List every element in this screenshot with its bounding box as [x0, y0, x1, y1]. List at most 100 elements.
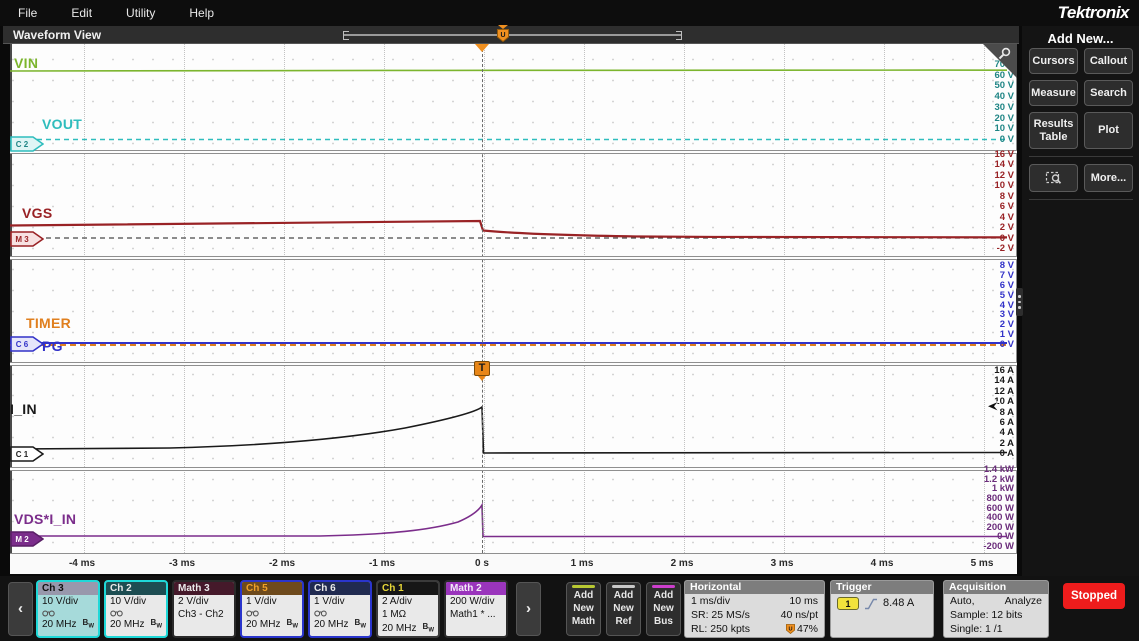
- svg-text:C 2: C 2: [16, 140, 29, 149]
- channel-title: Ch 1: [378, 582, 438, 595]
- power-channel-badge[interactable]: M 2: [10, 531, 44, 547]
- trigger-position-arrow[interactable]: [475, 44, 489, 52]
- tab-waveform-view[interactable]: Waveform View: [13, 28, 101, 42]
- vout-channel-badge[interactable]: C 2: [10, 136, 44, 152]
- power-watts-tick: -200 W: [954, 541, 1014, 552]
- add-new-math-button[interactable]: Add New Math: [566, 582, 601, 636]
- vgs-channel-badge[interactable]: M 3: [10, 231, 44, 247]
- waveform-traces: [10, 44, 1017, 553]
- vgs-volts-tick: 14 V: [954, 159, 1014, 170]
- probe-icon: [242, 608, 302, 617]
- measure-button[interactable]: Measure: [1029, 80, 1078, 106]
- trigger-title: Trigger: [831, 581, 933, 594]
- scale-per-div: 1 V/div: [242, 595, 302, 608]
- scale-per-div: 10 V/div: [38, 595, 98, 608]
- expansion-percent: 47%: [797, 623, 818, 636]
- bandwidth-value: 20 MHz: [246, 619, 280, 631]
- slice-divider: [10, 256, 1017, 260]
- rising-edge-icon: [864, 598, 878, 610]
- svg-text:M 3: M 3: [15, 235, 29, 244]
- channel-badge-ch-3[interactable]: Ch 310 V/div20 MHzBW: [36, 580, 100, 638]
- channel-badge-ch-1[interactable]: Ch 12 A/div1 MΩ20 MHzBW: [376, 580, 440, 638]
- channel-badge-ch-5[interactable]: Ch 51 V/div 20 MHz BW: [240, 580, 304, 638]
- channel-badge-ch-6[interactable]: Ch 61 V/div20 MHzBW: [308, 580, 372, 638]
- channel-badge-math-3[interactable]: Math 32 V/divCh3 - Ch2: [172, 580, 236, 638]
- channel-title: Ch 2: [106, 582, 166, 595]
- acquisition-panel[interactable]: Acquisition Auto,Analyze Sample: 12 bits…: [943, 580, 1049, 638]
- iin-amps-tick: 8 A: [954, 407, 1014, 418]
- time-tick: 5 ms: [946, 558, 1018, 569]
- vin-label: VIN: [14, 55, 38, 71]
- add-new-bus-button[interactable]: Add New Bus: [646, 582, 681, 636]
- cursors-button[interactable]: Cursors: [1029, 48, 1078, 74]
- iin-channel-badge[interactable]: C 1: [10, 446, 44, 462]
- channel-title: Ch 5: [242, 582, 302, 595]
- bandwidth-row: 20 MHzBW: [38, 617, 98, 633]
- stopped-button[interactable]: Stopped: [1063, 583, 1125, 609]
- timer-pg-volts-tick: 0 V: [954, 339, 1014, 350]
- bandwidth-limit-icon: BW: [287, 617, 298, 633]
- channel-badge-math-2[interactable]: Math 2200 W/divMath1 * ...: [444, 580, 508, 638]
- panel-drag-handle[interactable]: [1016, 288, 1023, 316]
- bandwidth-limit-icon: BW: [151, 617, 162, 633]
- iin-amps-tick: 0 A: [954, 448, 1014, 459]
- channel-title: Math 2: [446, 582, 506, 595]
- timer-label: TIMER: [26, 315, 71, 331]
- sample-rate: SR: 25 MS/s: [691, 609, 750, 622]
- add-new-panel: Add New... Cursors Callout Measure Searc…: [1022, 26, 1139, 576]
- bandwidth-row: 20 MHzBW: [310, 617, 370, 633]
- channel-badge-ch-2[interactable]: Ch 210 V/div 20 MHz BW: [104, 580, 168, 638]
- trigger-source-badge: 1: [837, 597, 859, 610]
- add-new-ref-button[interactable]: Add New Ref: [606, 582, 641, 636]
- more-button[interactable]: More...: [1084, 164, 1133, 192]
- acq-single-count: Single: 1 /1: [950, 623, 1003, 636]
- expansion-marker-icon: U: [786, 624, 795, 634]
- ruler-line: [344, 34, 681, 36]
- iin-amps-tick: 4 A: [954, 427, 1014, 438]
- menu-bar: File Edit Utility Help: [0, 0, 1139, 26]
- vin-vout-volts-tick: 10 V: [954, 123, 1014, 134]
- scroll-badges-right-button[interactable]: ›: [516, 582, 541, 636]
- vin-vout-volts-tick: 50 V: [954, 80, 1014, 91]
- channel-title: Ch 6: [310, 582, 370, 595]
- iin-amps-tick: 12 A: [954, 386, 1014, 397]
- zoom-tool-button[interactable]: [1029, 164, 1078, 192]
- record-view-ruler[interactable]: [343, 31, 682, 40]
- menu-utility[interactable]: Utility: [126, 6, 155, 20]
- scale-per-div: 10 V/div: [106, 595, 166, 608]
- panel-separator: [1029, 199, 1133, 200]
- plot-button[interactable]: Plot: [1084, 112, 1133, 149]
- scale-per-div: 2 V/div: [174, 595, 234, 608]
- channel-detail: 1 MΩ: [378, 608, 438, 621]
- record-length: RL: 250 kpts: [691, 623, 750, 636]
- vin-vout-volts-tick: 0 V: [954, 134, 1014, 145]
- expansion-point-marker-icon[interactable]: U: [497, 29, 509, 42]
- svg-text:U: U: [788, 627, 792, 633]
- trigger-panel[interactable]: Trigger 1 8.48 A: [830, 580, 934, 638]
- vgs-volts-tick: 12 V: [954, 170, 1014, 181]
- bandwidth-row: 20 MHzBW: [378, 621, 438, 637]
- slice-divider: [10, 362, 1017, 366]
- trigger-level-badge[interactable]: T: [474, 361, 490, 376]
- horizontal-panel[interactable]: Horizontal 1 ms/div10 ms SR: 25 MS/s40 n…: [684, 580, 825, 638]
- horizontal-title: Horizontal: [685, 581, 824, 594]
- acq-mode: Auto,: [950, 595, 975, 608]
- bandwidth-value: 20 MHz: [110, 619, 144, 631]
- vgs-volts-tick: 6 V: [954, 201, 1014, 212]
- slice-divider: [10, 467, 1017, 471]
- tektronix-logo: Tektronix: [1058, 3, 1129, 23]
- channel-title: Math 3: [174, 582, 234, 595]
- menu-edit[interactable]: Edit: [71, 6, 92, 20]
- vin-vout-volts-tick: 40 V: [954, 91, 1014, 102]
- menu-help[interactable]: Help: [189, 6, 214, 20]
- results-table-button[interactable]: Results Table: [1029, 112, 1078, 149]
- add-new-title: Add New...: [1022, 26, 1139, 46]
- scroll-badges-left-button[interactable]: ‹: [8, 582, 33, 636]
- svg-text:U: U: [500, 32, 505, 39]
- menu-file[interactable]: File: [18, 6, 37, 20]
- vgs-volts-tick: 2 V: [954, 222, 1014, 233]
- callout-button[interactable]: Callout: [1084, 48, 1133, 74]
- pg-channel-badge[interactable]: C 6: [10, 336, 44, 352]
- bandwidth-limit-icon: BW: [83, 617, 94, 633]
- search-button[interactable]: Search: [1084, 80, 1133, 106]
